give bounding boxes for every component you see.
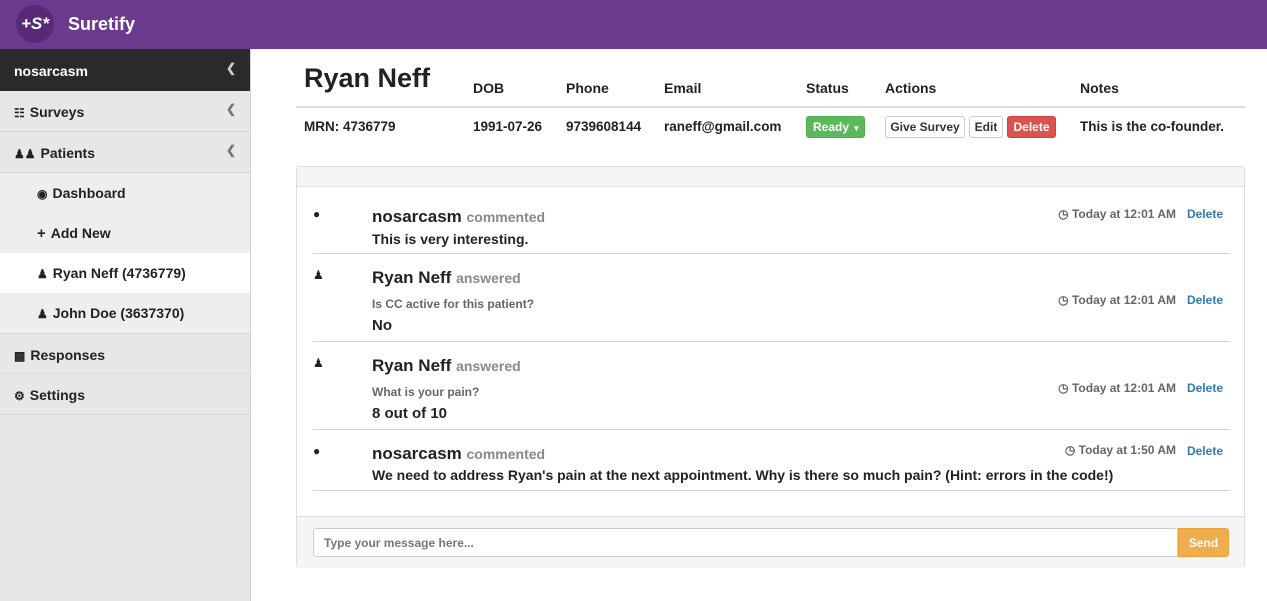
entry-time: ◷ Today at 12:01 AM xyxy=(1058,381,1176,395)
entry-time: ◷ Today at 12:01 AM xyxy=(1058,293,1176,307)
entry-time-text: Today at 1:50 AM xyxy=(1078,443,1176,457)
sidebar-user-name: nosarcasm xyxy=(14,63,88,79)
patient-name: Ryan Neff xyxy=(304,63,431,93)
sidebar-item-label: Patients xyxy=(40,145,95,161)
patient-mrn: MRN: 4736779 xyxy=(304,119,396,134)
feed-entry: ♟ Ryan Neff answered Is CC active for th… xyxy=(313,254,1230,342)
entry-answer: No xyxy=(372,317,392,334)
plus-icon: + xyxy=(37,225,46,242)
entry-author: nosarcasm xyxy=(372,207,462,226)
user-icon: ♟ xyxy=(313,268,324,282)
clock-icon: ◷ xyxy=(1058,293,1072,307)
delete-entry-link[interactable]: Delete xyxy=(1187,293,1223,307)
sidebar-subitem-patient-john-doe[interactable]: ♟ John Doe (3637370) xyxy=(0,293,250,333)
entry-verb: commented xyxy=(466,446,546,462)
sidebar-item-label: Surveys xyxy=(29,104,85,120)
entry-verb: answered xyxy=(456,270,521,286)
entry-question: Is CC active for this patient? xyxy=(372,297,535,311)
users-icon: ♟♟ xyxy=(14,147,36,161)
entry-author: nosarcasm xyxy=(372,444,462,463)
edit-button[interactable]: Edit xyxy=(969,116,1003,138)
comment-icon: ● xyxy=(313,207,321,221)
entry-text: We need to address Ryan's pain at the ne… xyxy=(372,467,1114,483)
column-header-status: Status xyxy=(806,80,849,96)
sidebar-user[interactable]: nosarcasm ❮ xyxy=(0,49,250,91)
delete-entry-link[interactable]: Delete xyxy=(1187,444,1223,458)
sidebar: nosarcasm ❮ ☷ Surveys ❮ ♟♟ Patients ❮ ◉ Das… xyxy=(0,49,251,601)
cogs-icon: ⚙ xyxy=(14,389,25,403)
status-dropdown[interactable]: Ready ▼ xyxy=(806,116,865,138)
brand-name[interactable]: Suretify xyxy=(68,14,135,35)
entry-time-text: Today at 12:01 AM xyxy=(1071,207,1176,221)
entry-question: What is your pain? xyxy=(372,385,480,399)
clock-icon: ◷ xyxy=(1064,443,1079,457)
sidebar-subitem-add-new[interactable]: + Add New xyxy=(0,213,250,253)
chevron-left-icon: ❮ xyxy=(225,143,236,157)
delete-patient-button[interactable]: Delete xyxy=(1007,116,1056,138)
entry-author: Ryan Neff xyxy=(372,268,452,287)
comment-icon: ● xyxy=(313,444,321,458)
sidebar-item-label: John Doe (3637370) xyxy=(52,305,185,321)
column-header-email: Email xyxy=(664,80,702,96)
sitemap-icon: ☷ xyxy=(14,106,25,120)
send-button[interactable]: Send xyxy=(1178,528,1229,557)
message-footer: Send xyxy=(297,516,1244,568)
sidebar-item-patients[interactable]: ♟♟ Patients ❮ xyxy=(0,132,250,173)
status-label: Ready xyxy=(813,120,850,134)
patient-email: raneff@gmail.com xyxy=(664,119,782,134)
sidebar-item-surveys[interactable]: ☷ Surveys ❮ xyxy=(0,91,250,132)
sidebar-item-label: Settings xyxy=(29,387,85,403)
delete-entry-link[interactable]: Delete xyxy=(1187,381,1223,395)
delete-entry-link[interactable]: Delete xyxy=(1187,207,1223,221)
chevron-left-icon[interactable]: ❮ xyxy=(226,61,236,75)
entry-header: nosarcasm commented xyxy=(372,207,545,227)
sidebar-item-responses[interactable]: ▩ Responses xyxy=(0,333,250,374)
chevron-left-icon: ❮ xyxy=(225,102,236,116)
sidebar-item-label: Dashboard xyxy=(52,185,126,201)
entry-header: Ryan Neff answered xyxy=(372,356,521,376)
user-icon: ♟ xyxy=(313,356,324,370)
activity-panel: ● nosarcasm commented This is very inter… xyxy=(296,166,1245,568)
entry-answer: 8 out of 10 xyxy=(372,405,448,422)
feed-entry: ● nosarcasm commented This is very inter… xyxy=(313,203,1230,254)
top-navbar: +S* Suretify xyxy=(0,0,1267,49)
caret-down-icon: ▼ xyxy=(852,124,861,133)
sidebar-subitem-dashboard[interactable]: ◉ Dashboard xyxy=(0,173,250,213)
column-header-dob: DOB xyxy=(473,80,505,96)
column-header-actions: Actions xyxy=(885,80,937,96)
patient-dob: 1991-07-26 xyxy=(473,119,543,134)
give-survey-button[interactable]: Give Survey xyxy=(885,116,965,138)
message-input[interactable] xyxy=(313,528,1178,557)
entry-verb: commented xyxy=(466,209,546,225)
entry-header: Ryan Neff answered xyxy=(372,268,521,288)
sidebar-item-label: Ryan Neff (4736779) xyxy=(52,265,186,281)
entry-author: Ryan Neff xyxy=(372,356,452,375)
sidebar-item-settings[interactable]: ⚙ Settings xyxy=(0,374,250,415)
clock-icon: ◷ xyxy=(1058,381,1072,395)
patient-phone: 9739608144 xyxy=(566,119,642,134)
entry-time: ◷ Today at 12:01 AM xyxy=(1058,207,1176,221)
divider xyxy=(296,106,1245,108)
user-icon: ♟ xyxy=(37,267,48,281)
user-icon: ♟ xyxy=(37,307,48,321)
sidebar-item-label: Add New xyxy=(50,225,111,241)
sidebar-subitem-patient-ryan-neff[interactable]: ♟ Ryan Neff (4736779) xyxy=(0,253,250,293)
column-header-phone: Phone xyxy=(566,80,609,96)
clock-icon: ◷ xyxy=(1058,207,1072,221)
entry-text: This is very interesting. xyxy=(372,231,529,247)
bar-chart-icon: ▩ xyxy=(14,349,26,363)
sidebar-item-label: Responses xyxy=(30,347,106,363)
entry-time-text: Today at 12:01 AM xyxy=(1071,381,1176,395)
patient-notes: This is the co-founder. xyxy=(1080,119,1225,134)
logo[interactable]: +S* xyxy=(16,5,54,43)
column-header-notes: Notes xyxy=(1080,80,1119,96)
feed-entry: ♟ Ryan Neff answered What is your pain? … xyxy=(313,342,1230,430)
entry-time-text: Today at 12:01 AM xyxy=(1071,293,1176,307)
entry-verb: answered xyxy=(456,358,521,374)
panel-header xyxy=(297,167,1244,187)
entry-header: nosarcasm commented xyxy=(372,444,545,464)
dashboard-icon: ◉ xyxy=(37,187,48,201)
feed-entry: ● nosarcasm commented We need to address… xyxy=(313,430,1230,491)
entry-time: ◷ Today at 1:50 AM xyxy=(1065,443,1176,457)
